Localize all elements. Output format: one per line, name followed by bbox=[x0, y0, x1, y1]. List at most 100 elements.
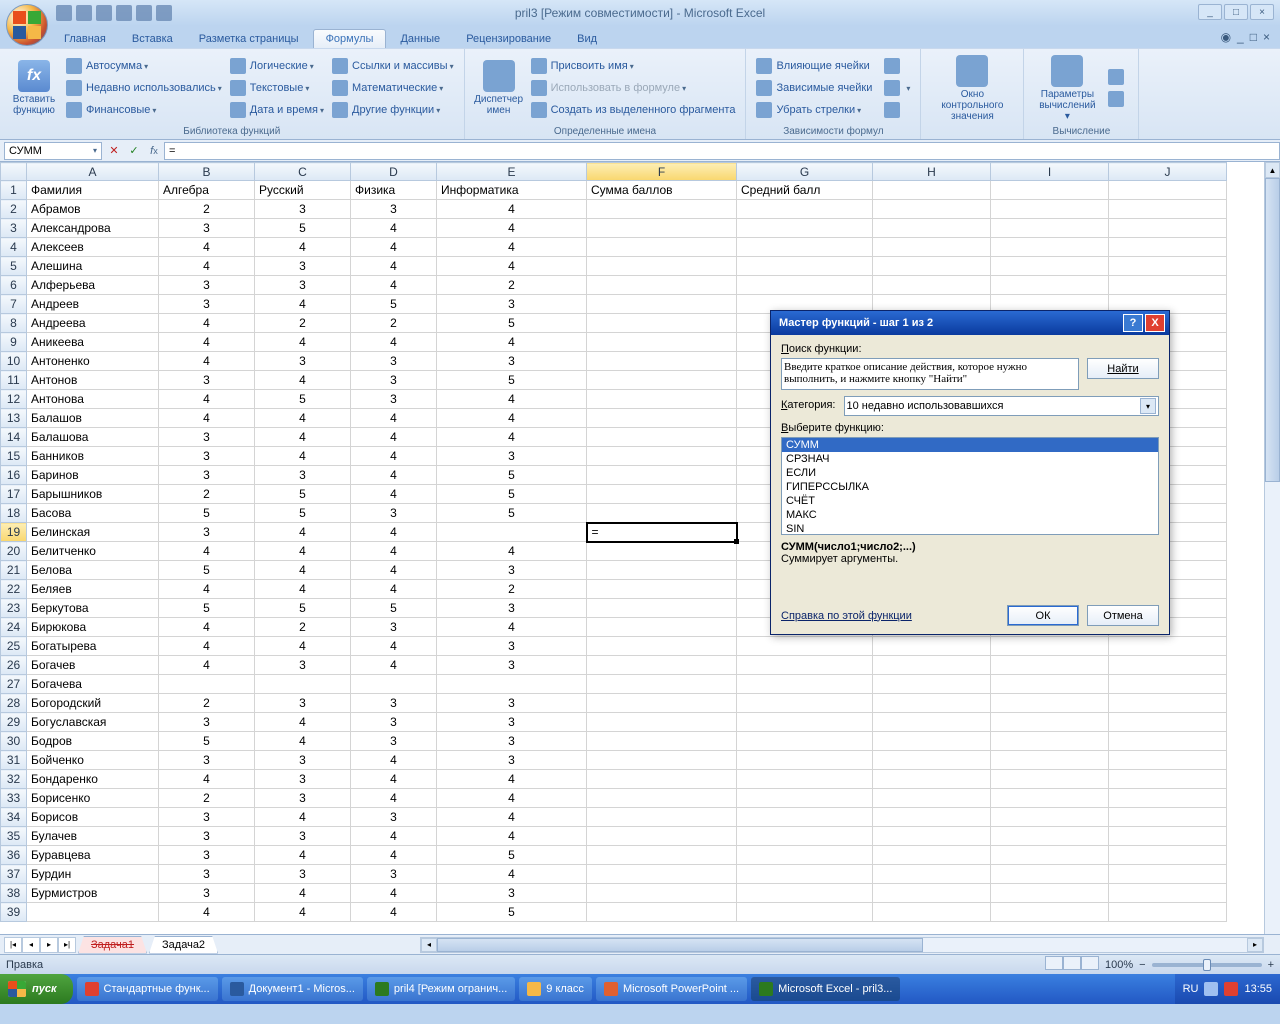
cell-2-C[interactable]: 3 bbox=[255, 200, 351, 219]
cell-25-C[interactable]: 4 bbox=[255, 637, 351, 656]
cell-9-F[interactable] bbox=[587, 333, 737, 352]
cell-8-C[interactable]: 2 bbox=[255, 314, 351, 333]
cell-1-G[interactable]: Средний балл bbox=[737, 181, 873, 200]
cell-10-D[interactable]: 3 bbox=[351, 352, 437, 371]
row-header-16[interactable]: 16 bbox=[1, 466, 27, 485]
col-header-D[interactable]: D bbox=[351, 163, 437, 181]
vertical-scrollbar[interactable]: ▲ ▼ bbox=[1264, 162, 1280, 954]
cell-39-H[interactable] bbox=[873, 903, 991, 922]
cell-23-D[interactable]: 5 bbox=[351, 599, 437, 618]
cell-16-E[interactable]: 5 bbox=[437, 466, 587, 485]
cell-25-H[interactable] bbox=[873, 637, 991, 656]
cell-7-D[interactable]: 5 bbox=[351, 295, 437, 314]
cell-1-C[interactable]: Русский bbox=[255, 181, 351, 200]
cell-25-F[interactable] bbox=[587, 637, 737, 656]
cell-39-E[interactable]: 5 bbox=[437, 903, 587, 922]
row-header-21[interactable]: 21 bbox=[1, 561, 27, 580]
function-list[interactable]: СУММСРЗНАЧЕСЛИГИПЕРССЫЛКАСЧЁТМАКСSIN bbox=[781, 437, 1159, 535]
row-header-18[interactable]: 18 bbox=[1, 504, 27, 523]
cell-29-C[interactable]: 4 bbox=[255, 713, 351, 732]
cell-6-H[interactable] bbox=[873, 276, 991, 295]
cell-8-E[interactable]: 5 bbox=[437, 314, 587, 333]
cell-27-D[interactable] bbox=[351, 675, 437, 694]
cell-38-C[interactable]: 4 bbox=[255, 884, 351, 903]
cell-8-A[interactable]: Андреева bbox=[27, 314, 159, 333]
cell-27-C[interactable] bbox=[255, 675, 351, 694]
cell-11-F[interactable] bbox=[587, 371, 737, 390]
cell-14-B[interactable]: 3 bbox=[159, 428, 255, 447]
cell-24-C[interactable]: 2 bbox=[255, 618, 351, 637]
row-header-20[interactable]: 20 bbox=[1, 542, 27, 561]
cell-17-A[interactable]: Барышников bbox=[27, 485, 159, 504]
cell-3-F[interactable] bbox=[587, 219, 737, 238]
cell-13-F[interactable] bbox=[587, 409, 737, 428]
cell-23-C[interactable]: 5 bbox=[255, 599, 351, 618]
cell-37-H[interactable] bbox=[873, 865, 991, 884]
cell-6-E[interactable]: 2 bbox=[437, 276, 587, 295]
function-list-item[interactable]: СРЗНАЧ bbox=[782, 452, 1158, 466]
cell-5-B[interactable]: 4 bbox=[159, 257, 255, 276]
cell-1-F[interactable]: Сумма баллов bbox=[587, 181, 737, 200]
cell-13-D[interactable]: 4 bbox=[351, 409, 437, 428]
cell-23-F[interactable] bbox=[587, 599, 737, 618]
cell-11-C[interactable]: 4 bbox=[255, 371, 351, 390]
row-header-37[interactable]: 37 bbox=[1, 865, 27, 884]
autosum-button[interactable]: Автосумма▾ bbox=[62, 55, 226, 77]
cell-5-G[interactable] bbox=[737, 257, 873, 276]
cell-14-E[interactable]: 4 bbox=[437, 428, 587, 447]
cell-21-B[interactable]: 5 bbox=[159, 561, 255, 580]
fx-button[interactable]: fx bbox=[144, 142, 164, 160]
horizontal-scrollbar[interactable]: ◂ ▸ bbox=[420, 937, 1264, 953]
cell-21-D[interactable]: 4 bbox=[351, 561, 437, 580]
cell-38-B[interactable]: 3 bbox=[159, 884, 255, 903]
cell-32-C[interactable]: 3 bbox=[255, 770, 351, 789]
row-header-29[interactable]: 29 bbox=[1, 713, 27, 732]
cell-19-A[interactable]: Белинская bbox=[27, 523, 159, 542]
cell-4-A[interactable]: Алексеев bbox=[27, 238, 159, 257]
cell-20-F[interactable] bbox=[587, 542, 737, 561]
cell-24-F[interactable] bbox=[587, 618, 737, 637]
math-button[interactable]: Математические▾ bbox=[328, 77, 458, 99]
cell-7-B[interactable]: 3 bbox=[159, 295, 255, 314]
cell-26-G[interactable] bbox=[737, 656, 873, 675]
col-header-J[interactable]: J bbox=[1109, 163, 1227, 181]
cell-10-F[interactable] bbox=[587, 352, 737, 371]
cell-20-A[interactable]: Белитченко bbox=[27, 542, 159, 561]
error-check-button[interactable]: ▾ bbox=[880, 77, 914, 99]
cell-32-F[interactable] bbox=[587, 770, 737, 789]
cell-39-C[interactable]: 4 bbox=[255, 903, 351, 922]
evaluate-formula-button[interactable] bbox=[880, 99, 914, 121]
cell-24-A[interactable]: Бирюкова bbox=[27, 618, 159, 637]
cell-38-E[interactable]: 3 bbox=[437, 884, 587, 903]
remove-arrows-button[interactable]: Убрать стрелки▾ bbox=[752, 99, 876, 121]
cell-36-G[interactable] bbox=[737, 846, 873, 865]
cell-14-C[interactable]: 4 bbox=[255, 428, 351, 447]
accept-formula-button[interactable]: ✓ bbox=[124, 142, 144, 160]
row-header-7[interactable]: 7 bbox=[1, 295, 27, 314]
search-input[interactable] bbox=[781, 358, 1079, 390]
cell-20-C[interactable]: 4 bbox=[255, 542, 351, 561]
cell-10-E[interactable]: 3 bbox=[437, 352, 587, 371]
cell-19-B[interactable]: 3 bbox=[159, 523, 255, 542]
cell-28-B[interactable]: 2 bbox=[159, 694, 255, 713]
cell-16-B[interactable]: 3 bbox=[159, 466, 255, 485]
cell-31-D[interactable]: 4 bbox=[351, 751, 437, 770]
row-header-32[interactable]: 32 bbox=[1, 770, 27, 789]
cell-30-A[interactable]: Бодров bbox=[27, 732, 159, 751]
cell-2-G[interactable] bbox=[737, 200, 873, 219]
cell-36-A[interactable]: Буравцева bbox=[27, 846, 159, 865]
cell-37-G[interactable] bbox=[737, 865, 873, 884]
col-header-I[interactable]: I bbox=[991, 163, 1109, 181]
cell-39-D[interactable]: 4 bbox=[351, 903, 437, 922]
function-list-item[interactable]: МАКС bbox=[782, 508, 1158, 522]
cell-38-D[interactable]: 4 bbox=[351, 884, 437, 903]
row-header-6[interactable]: 6 bbox=[1, 276, 27, 295]
sheet-tab-2[interactable]: Задача2 bbox=[149, 936, 218, 954]
taskbar-item-0[interactable]: Стандартные функ... bbox=[77, 977, 218, 1001]
insert-function-button[interactable]: fx Вставить функцию bbox=[6, 51, 62, 125]
calc-now-button[interactable] bbox=[1104, 66, 1132, 88]
cell-33-J[interactable] bbox=[1109, 789, 1227, 808]
cell-38-A[interactable]: Бурмистров bbox=[27, 884, 159, 903]
col-header-C[interactable]: C bbox=[255, 163, 351, 181]
cell-35-C[interactable]: 3 bbox=[255, 827, 351, 846]
